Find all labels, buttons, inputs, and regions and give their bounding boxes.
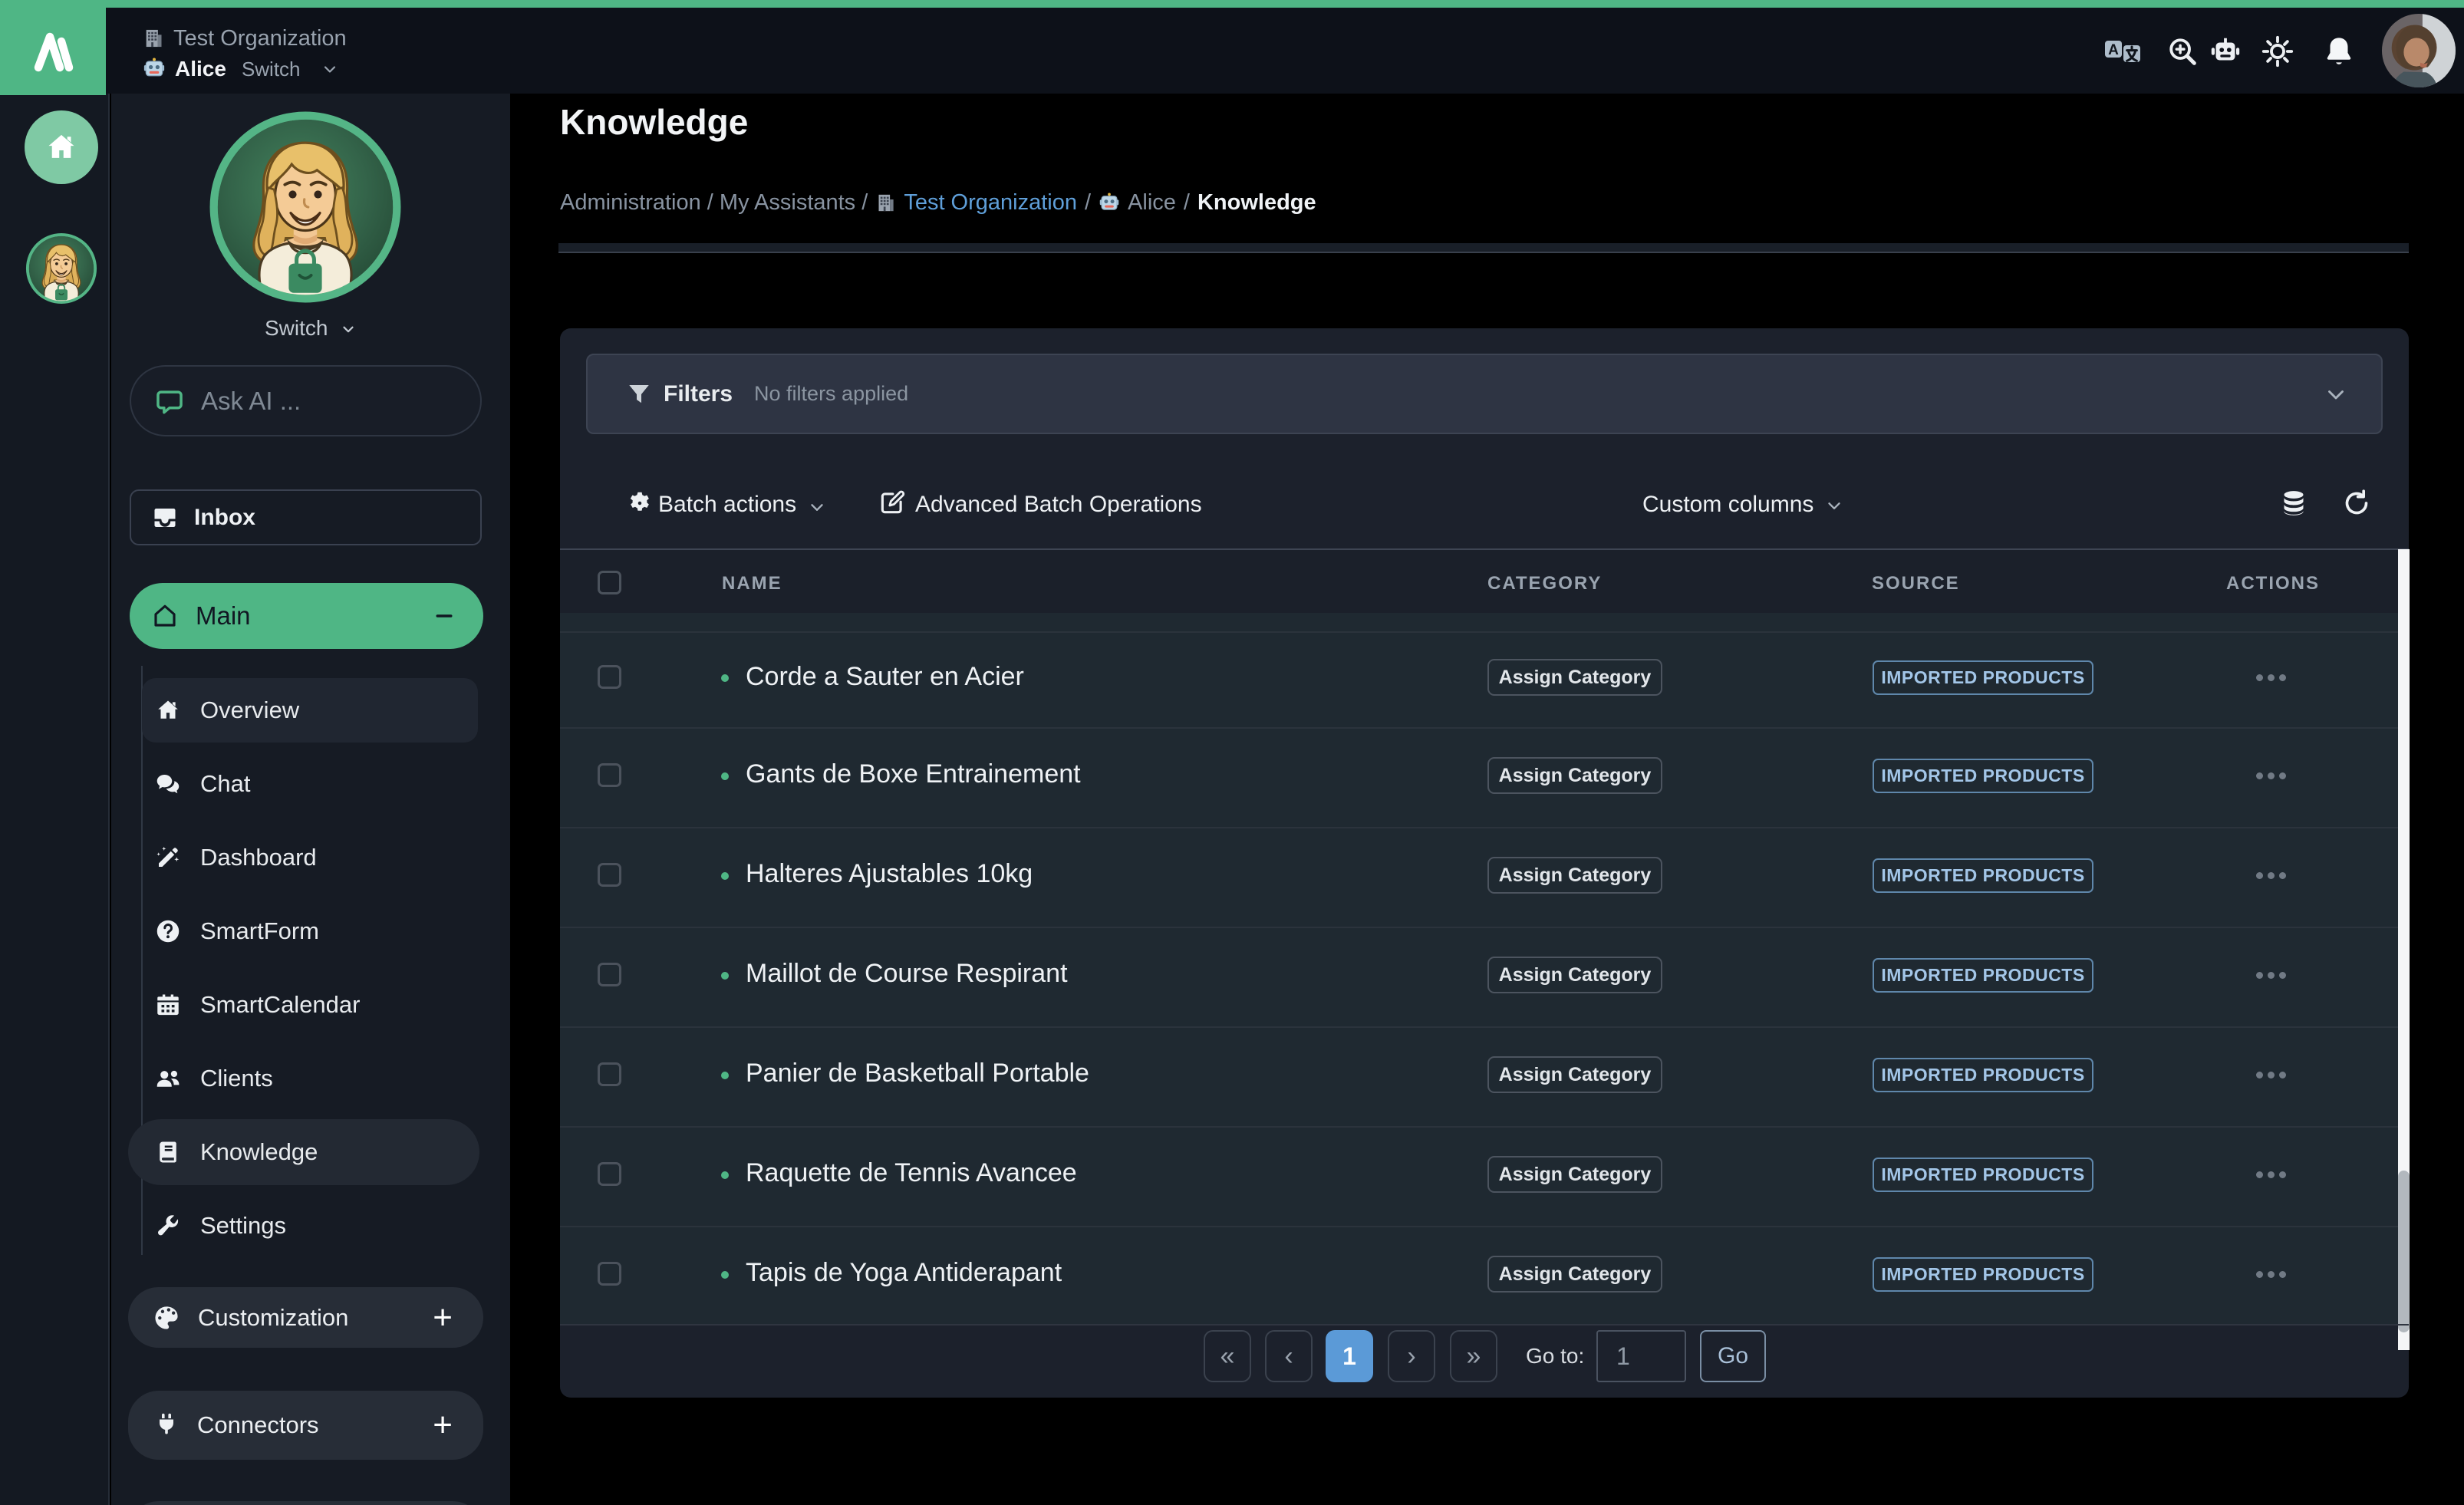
svg-text:A: A: [2108, 42, 2119, 58]
